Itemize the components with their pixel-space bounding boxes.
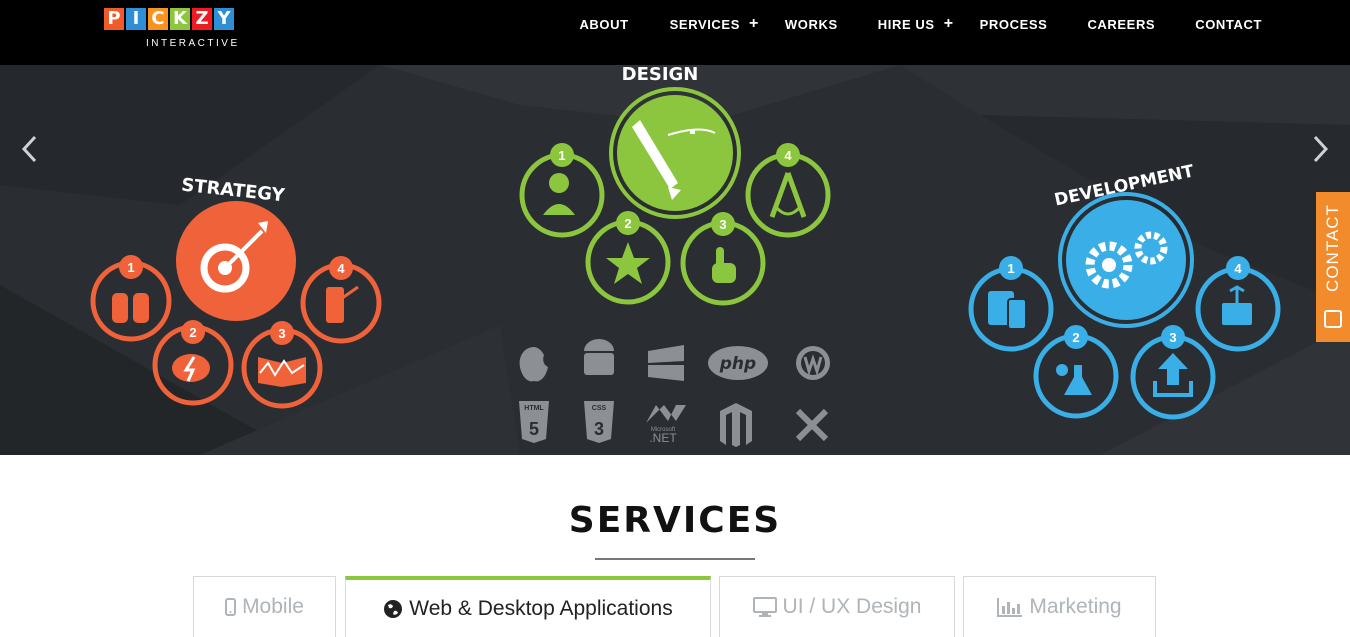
tab-mobile[interactable]: Mobile (193, 576, 336, 637)
strategy-num-2: 2 (189, 325, 196, 340)
logo-letters: P I C K Z Y (104, 8, 244, 30)
tab-marketing[interactable]: Marketing (963, 576, 1156, 637)
tab-marketing-label: Marketing (1029, 595, 1122, 618)
nav-process-label: PROCESS (979, 16, 1048, 32)
logo-letter-k: K (170, 8, 190, 30)
design-num-1: 1 (558, 148, 565, 163)
main-nav: ABOUT SERVICES + WORKS HIRE US + PROCESS… (579, 0, 1350, 48)
nav-careers-label: CAREERS (1087, 16, 1156, 32)
development-num-3: 3 (1169, 330, 1176, 345)
strategy-num-4: 4 (337, 261, 345, 276)
monitor-icon (752, 597, 777, 617)
joomla-icon (795, 408, 829, 442)
nav-services-plus-icon[interactable]: + (749, 15, 759, 33)
logo-letter-z: Z (192, 8, 212, 30)
nav-about-label: ABOUT (579, 16, 629, 32)
globe-icon (384, 599, 403, 618)
tab-web-desktop-label: Web & Desktop Applications (409, 596, 673, 620)
contact-side-tab-label: CONTACT (1323, 204, 1342, 292)
dotnet-icon (646, 405, 686, 423)
nav-contact-label: CONTACT (1195, 16, 1262, 32)
magento-icon (720, 403, 752, 447)
css3-label: CSS (592, 405, 607, 412)
site-header: P I C K Z Y INTERACTIVE ABOUT SERVICES +… (0, 0, 1350, 65)
laptop-plant-icon (1222, 303, 1252, 325)
nav-works[interactable]: WORKS (785, 17, 838, 32)
design-num-2: 2 (624, 216, 631, 231)
tab-ui-ux[interactable]: UI / UX Design (719, 576, 955, 637)
slider-next-arrow-icon[interactable] (1305, 131, 1335, 167)
dotnet-label: .NET (649, 431, 677, 445)
pickzy-logo[interactable]: P I C K Z Y INTERACTIVE (104, 8, 244, 52)
html5-label: HTML (524, 405, 544, 412)
nav-process[interactable]: PROCESS (980, 17, 1048, 32)
strategy-main-circle (176, 201, 296, 321)
development-num-2: 2 (1072, 330, 1079, 345)
windows-icon (648, 345, 684, 381)
tech-icons: php HTML 5 CSS 3 Microsoft .NET (519, 339, 830, 447)
hero-slider: STRATEGY 1 2 3 4 DESIGN 1 2 3 4 php HTML… (0, 65, 1350, 455)
android-icon (584, 353, 614, 375)
logo-letter-c: C (148, 8, 168, 30)
compass-icon (769, 172, 807, 218)
services-heading: SERVICES (568, 500, 782, 541)
binoculars-icon (112, 293, 128, 323)
strategy-num-1: 1 (127, 260, 134, 275)
services-divider (595, 558, 755, 560)
person-heart-icon (549, 173, 569, 193)
contact-side-tab-label-wrap: CONTACT (1316, 192, 1350, 304)
hero-illustration: STRATEGY 1 2 3 4 DESIGN 1 2 3 4 php HTML… (0, 65, 1350, 455)
tab-mobile-label: Mobile (242, 595, 304, 618)
tab-ui-ux-label: UI / UX Design (782, 595, 922, 618)
bar-chart-icon (997, 598, 1023, 617)
nav-services-label: SERVICES (669, 16, 740, 32)
nav-services[interactable]: SERVICES + (670, 15, 759, 33)
mobile-icon (225, 598, 237, 616)
mobile-target-icon (326, 287, 344, 323)
nav-hire-us[interactable]: HIRE US + (878, 15, 954, 33)
nav-contact[interactable]: CONTACT (1195, 17, 1262, 32)
html5-num: 5 (529, 419, 539, 439)
nav-works-label: WORKS (784, 16, 838, 32)
upload-icon (1158, 353, 1188, 385)
apple-icon (519, 347, 548, 382)
strategy-num-3: 3 (278, 326, 285, 341)
logo-letter-p: P (104, 8, 124, 30)
star-icon (606, 242, 650, 284)
development-num-1: 1 (1007, 261, 1014, 276)
nav-hire-us-plus-icon[interactable]: + (944, 15, 954, 33)
design-num-4: 4 (784, 148, 792, 163)
logo-letter-y: Y (214, 8, 234, 30)
open-book-icon (258, 357, 306, 387)
nav-hire-us-label: HIRE US (877, 16, 935, 32)
development-num-4: 4 (1234, 261, 1242, 276)
logo-tagline: INTERACTIVE (146, 38, 240, 49)
logo-letter-i: I (126, 8, 146, 30)
nav-careers[interactable]: CAREERS (1087, 17, 1155, 32)
tab-web-desktop[interactable]: Web & Desktop Applications (345, 576, 711, 637)
design-num-3: 3 (719, 217, 726, 232)
slider-prev-arrow-icon[interactable] (15, 131, 45, 167)
envelope-icon (1324, 310, 1342, 328)
php-label: php (719, 354, 756, 374)
css3-num: 3 (594, 419, 604, 439)
contact-side-tab[interactable]: CONTACT (1316, 192, 1350, 342)
nav-about[interactable]: ABOUT (579, 17, 628, 32)
flask-icon (1064, 365, 1092, 395)
design-title: DESIGN (622, 65, 699, 85)
